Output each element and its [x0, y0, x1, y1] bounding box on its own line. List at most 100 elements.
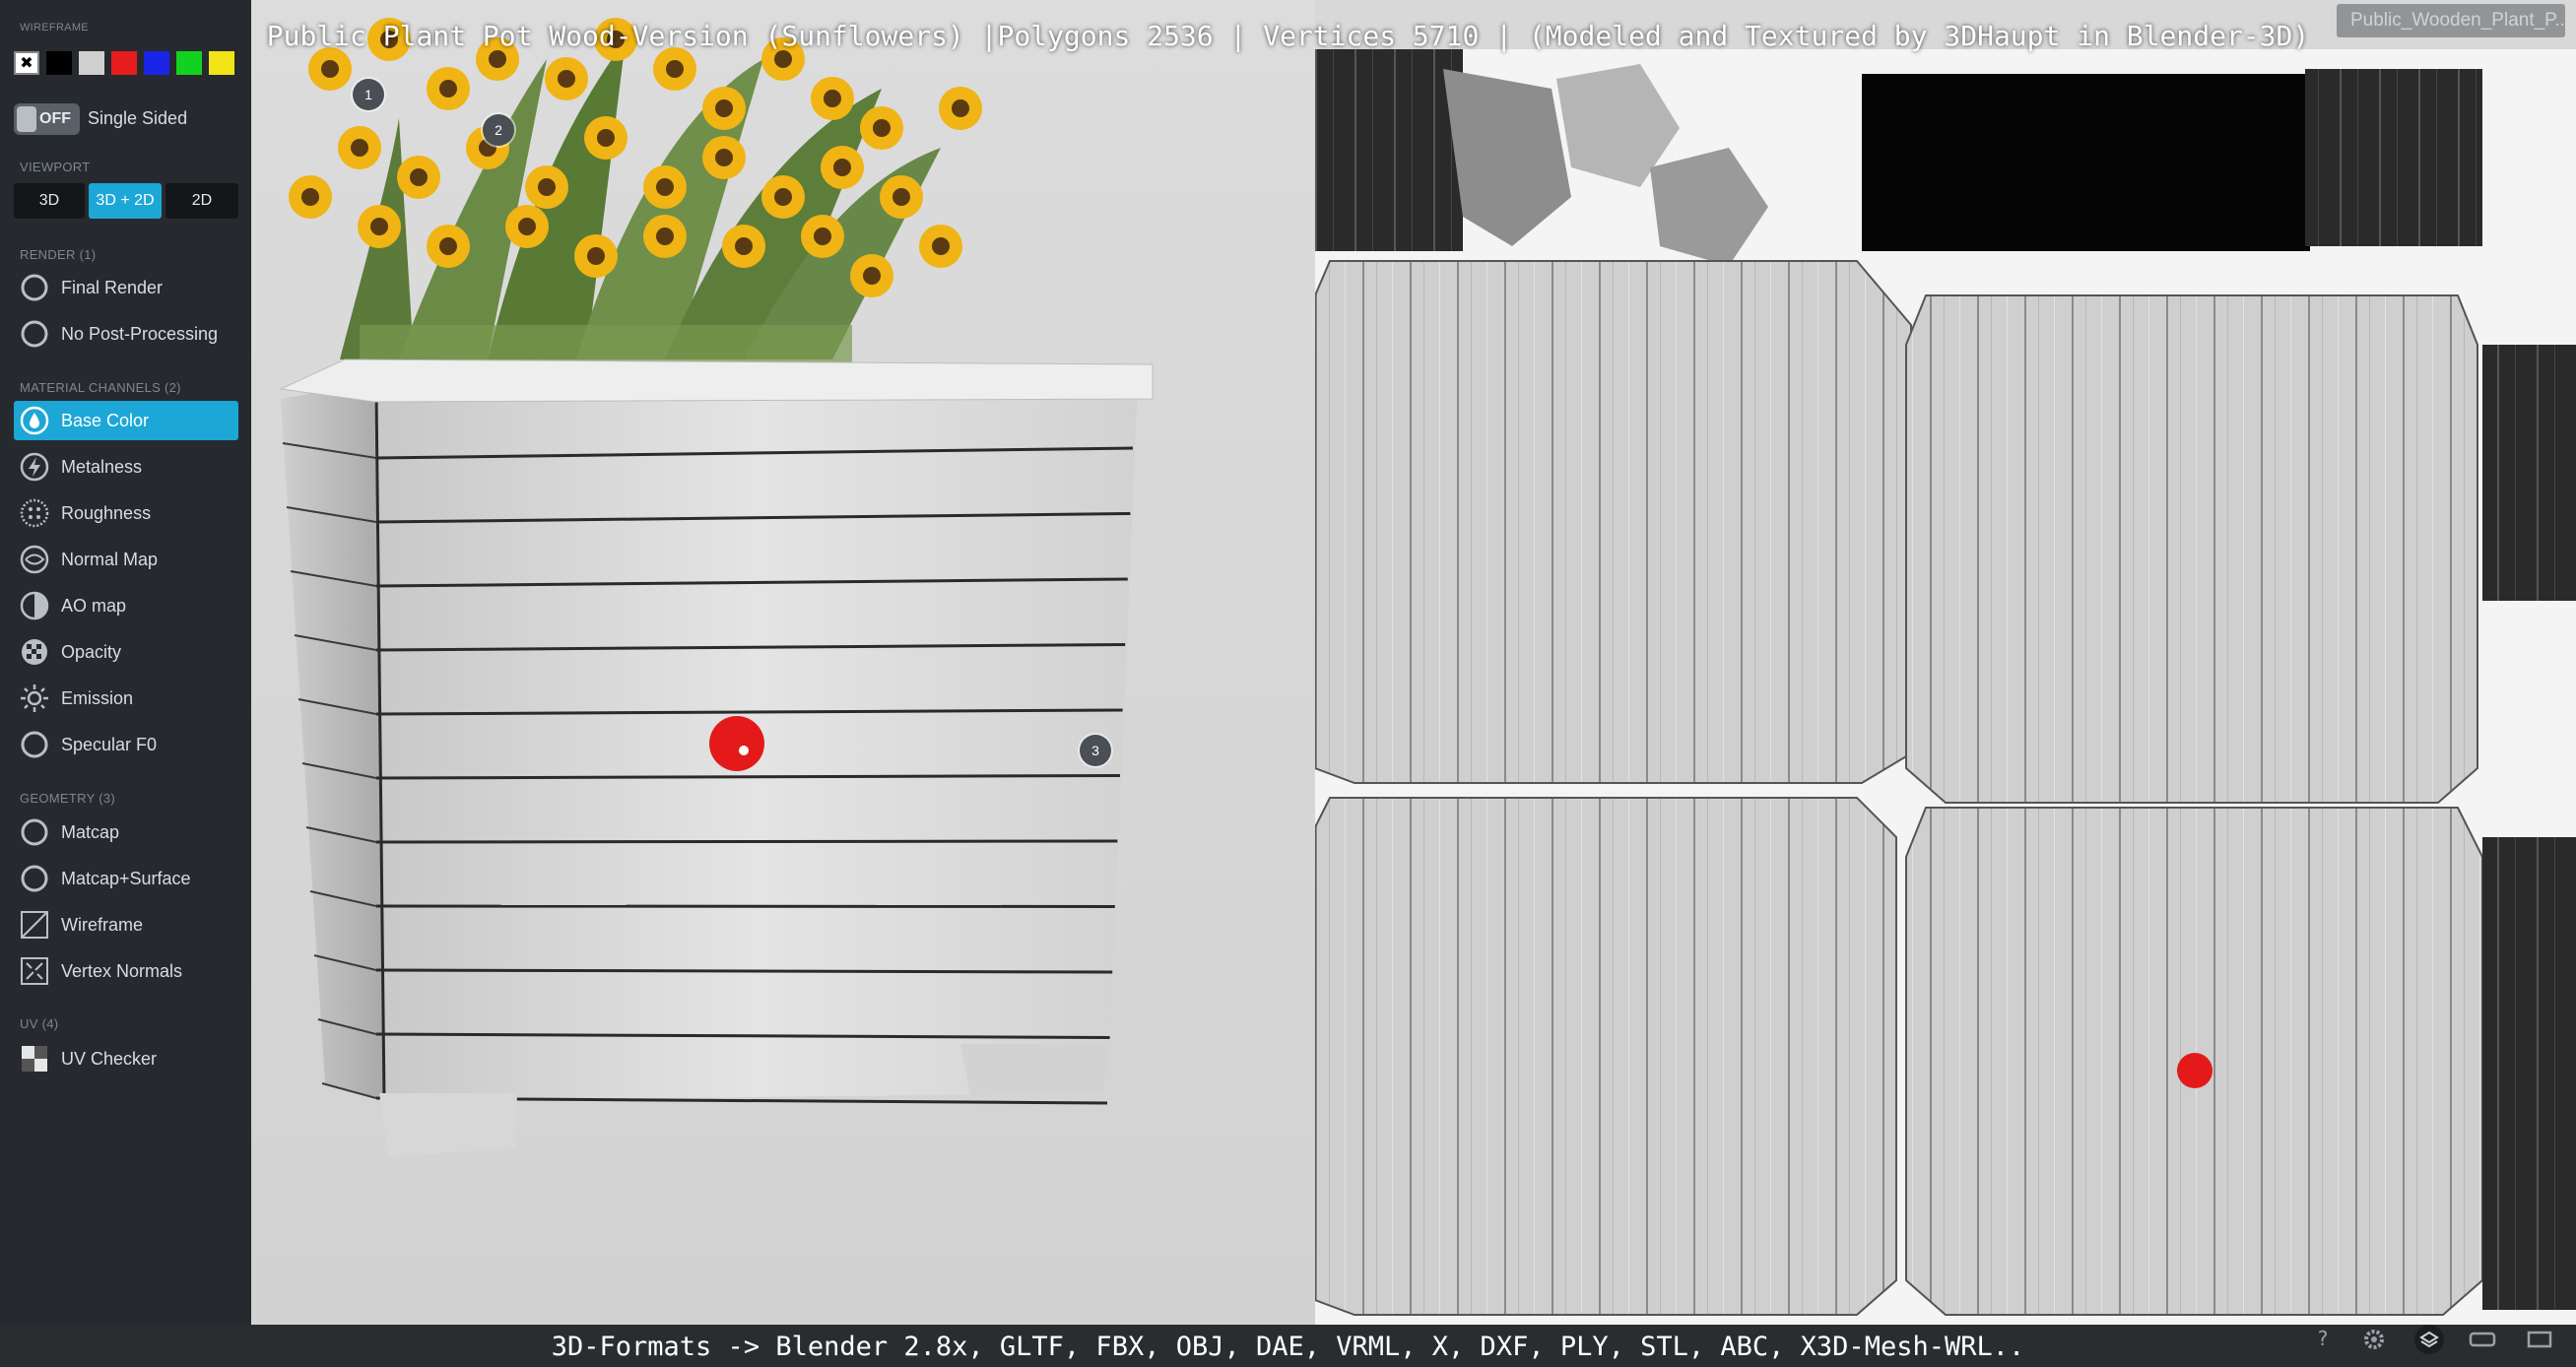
plant-pot-render	[279, 18, 1154, 1157]
viewport-2d-button[interactable]: 2D	[165, 183, 238, 219]
3d-viewport[interactable]: 1 2 3	[251, 0, 1315, 1325]
channel-item-label: Metalness	[61, 456, 143, 477]
sunflower-center	[518, 218, 536, 235]
help-icon[interactable]: ?	[2305, 1320, 2341, 1355]
sunflower-center	[439, 80, 457, 98]
channel-item-label: Final Render	[61, 277, 164, 297]
asset-name-tag[interactable]: Public_Wooden_Plant_P...	[2337, 4, 2565, 37]
sunflower-center	[666, 60, 684, 78]
pot-side-face	[281, 382, 384, 1101]
channel-item-vertex-normals[interactable]: Vertex Normals	[14, 951, 238, 991]
channel-item-opacity[interactable]: Opacity	[14, 632, 238, 672]
wireframe-color-swatch[interactable]	[209, 51, 234, 75]
sunflower-center	[863, 267, 881, 285]
sunflower-center	[351, 139, 368, 157]
channel-item-specular-f0[interactable]: Specular F0	[14, 725, 238, 764]
cursor-hand-icon	[739, 746, 749, 755]
uv-cursor-marker	[2177, 1053, 2213, 1088]
model-inspector-sidebar: WIREFRAME ✖ OFF Single Sided VIEWPORT 3D…	[0, 0, 251, 1367]
channel-item-no-post-processing[interactable]: No Post-Processing	[14, 314, 238, 354]
normal-map-icon	[20, 545, 49, 574]
channel-item-label: Vertex Normals	[61, 960, 183, 981]
toggle-knob	[17, 106, 36, 132]
pot-foot-right	[960, 1044, 1108, 1095]
layers-icon[interactable]	[2411, 1320, 2447, 1355]
uv-wood-texture	[1315, 49, 2576, 1316]
channel-item-uv-checker[interactable]: UV Checker	[14, 1039, 238, 1078]
channel-item-label: Opacity	[61, 641, 122, 662]
sunflower-center	[597, 129, 615, 147]
sunflower-center	[715, 149, 733, 166]
sunflower-center	[538, 178, 556, 196]
viewport-3d-button[interactable]: 3D	[14, 183, 85, 219]
svg-text:?: ?	[2318, 1327, 2329, 1350]
channel-item-final-render[interactable]: Final Render	[14, 268, 238, 307]
sunflower-center	[587, 247, 605, 265]
channel-item-wireframe[interactable]: Wireframe	[14, 905, 238, 944]
channel-item-label: Matcap+Surface	[61, 868, 191, 888]
sunflower-center	[656, 228, 674, 245]
radio-icon	[21, 274, 48, 301]
fullscreen-icon[interactable]	[2522, 1320, 2557, 1355]
channel-item-matcap-surface[interactable]: Matcap+Surface	[14, 859, 238, 898]
channel-item-normal-map[interactable]: Normal Map	[14, 540, 238, 579]
uv-texture-view[interactable]	[1315, 49, 2576, 1325]
sunflower-center	[558, 70, 575, 88]
wireframe-color-swatch[interactable]: ✖	[14, 51, 39, 75]
radio-icon	[21, 320, 48, 348]
formats-caption: 3D-Formats -> Blender 2.8x, GLTF, FBX, O…	[551, 1332, 2025, 1362]
checker-circle-icon	[22, 639, 47, 665]
sunflower-center	[774, 50, 792, 68]
channel-item-label: Emission	[61, 687, 134, 708]
settings-gear-icon[interactable]	[2356, 1320, 2392, 1355]
wireframe-color-swatch[interactable]	[46, 51, 72, 75]
sunflower-center	[814, 228, 831, 245]
channel-item-metalness[interactable]: Metalness	[14, 447, 238, 487]
wireframe-color-swatch[interactable]	[111, 51, 137, 75]
plank-seam	[375, 904, 1115, 908]
annotation-hotspot-3[interactable]: 3	[1080, 735, 1111, 766]
sunflower-center	[833, 159, 851, 176]
sunflower-center	[824, 90, 841, 107]
model-title: Public Plant Pot Wood-Version (Sunflower…	[266, 20, 2310, 52]
sunflower-center	[952, 99, 969, 117]
channel-item-label: UV Checker	[61, 1048, 158, 1069]
cursor-marker	[709, 716, 764, 771]
wireframe-icon	[21, 911, 48, 939]
half-circle-icon	[20, 591, 49, 620]
uv-section-label: UV (4)	[20, 1016, 59, 1031]
channel-item-label: Specular F0	[61, 734, 158, 754]
sunflower-center	[410, 168, 428, 186]
channel-item-ao-map[interactable]: AO map	[14, 586, 238, 625]
radio-icon	[21, 865, 48, 892]
vr-icon[interactable]	[2465, 1320, 2500, 1355]
vertex-normals-icon	[21, 957, 48, 985]
channel-item-label: No Post-Processing	[61, 323, 219, 344]
wireframe-color-swatch[interactable]	[79, 51, 104, 75]
channel-item-matcap[interactable]: Matcap	[14, 813, 238, 852]
sunflower-center	[656, 178, 674, 196]
channel-item-emission[interactable]: Emission	[14, 679, 238, 718]
pot-foot-left	[379, 1093, 517, 1157]
lightning-icon	[20, 452, 49, 482]
checker-icon	[22, 1046, 47, 1072]
plank-seam	[375, 968, 1113, 974]
viewport-3d-2d-button[interactable]: 3D + 2D	[89, 183, 162, 219]
wireframe-color-swatch[interactable]	[176, 51, 202, 75]
sunflower-center	[489, 50, 506, 68]
radio-icon	[21, 818, 48, 846]
wireframe-color-swatch[interactable]	[144, 51, 169, 75]
channel-item-roughness[interactable]: Roughness	[14, 493, 238, 533]
sunflower-center	[892, 188, 910, 206]
channel-item-label: Matcap	[61, 821, 120, 842]
pot-rim	[279, 358, 1154, 403]
channel-item-label: Wireframe	[61, 914, 144, 935]
channel-item-label: Base Color	[61, 410, 150, 430]
sunflower-center	[370, 218, 388, 235]
radio-icon	[21, 731, 48, 758]
single-sided-toggle[interactable]: OFF	[14, 103, 80, 135]
sunflower-center	[735, 237, 753, 255]
annotation-hotspot-1[interactable]: 1	[353, 79, 384, 110]
annotation-hotspot-2[interactable]: 2	[483, 114, 514, 146]
channel-item-base-color[interactable]: Base Color	[14, 401, 238, 440]
